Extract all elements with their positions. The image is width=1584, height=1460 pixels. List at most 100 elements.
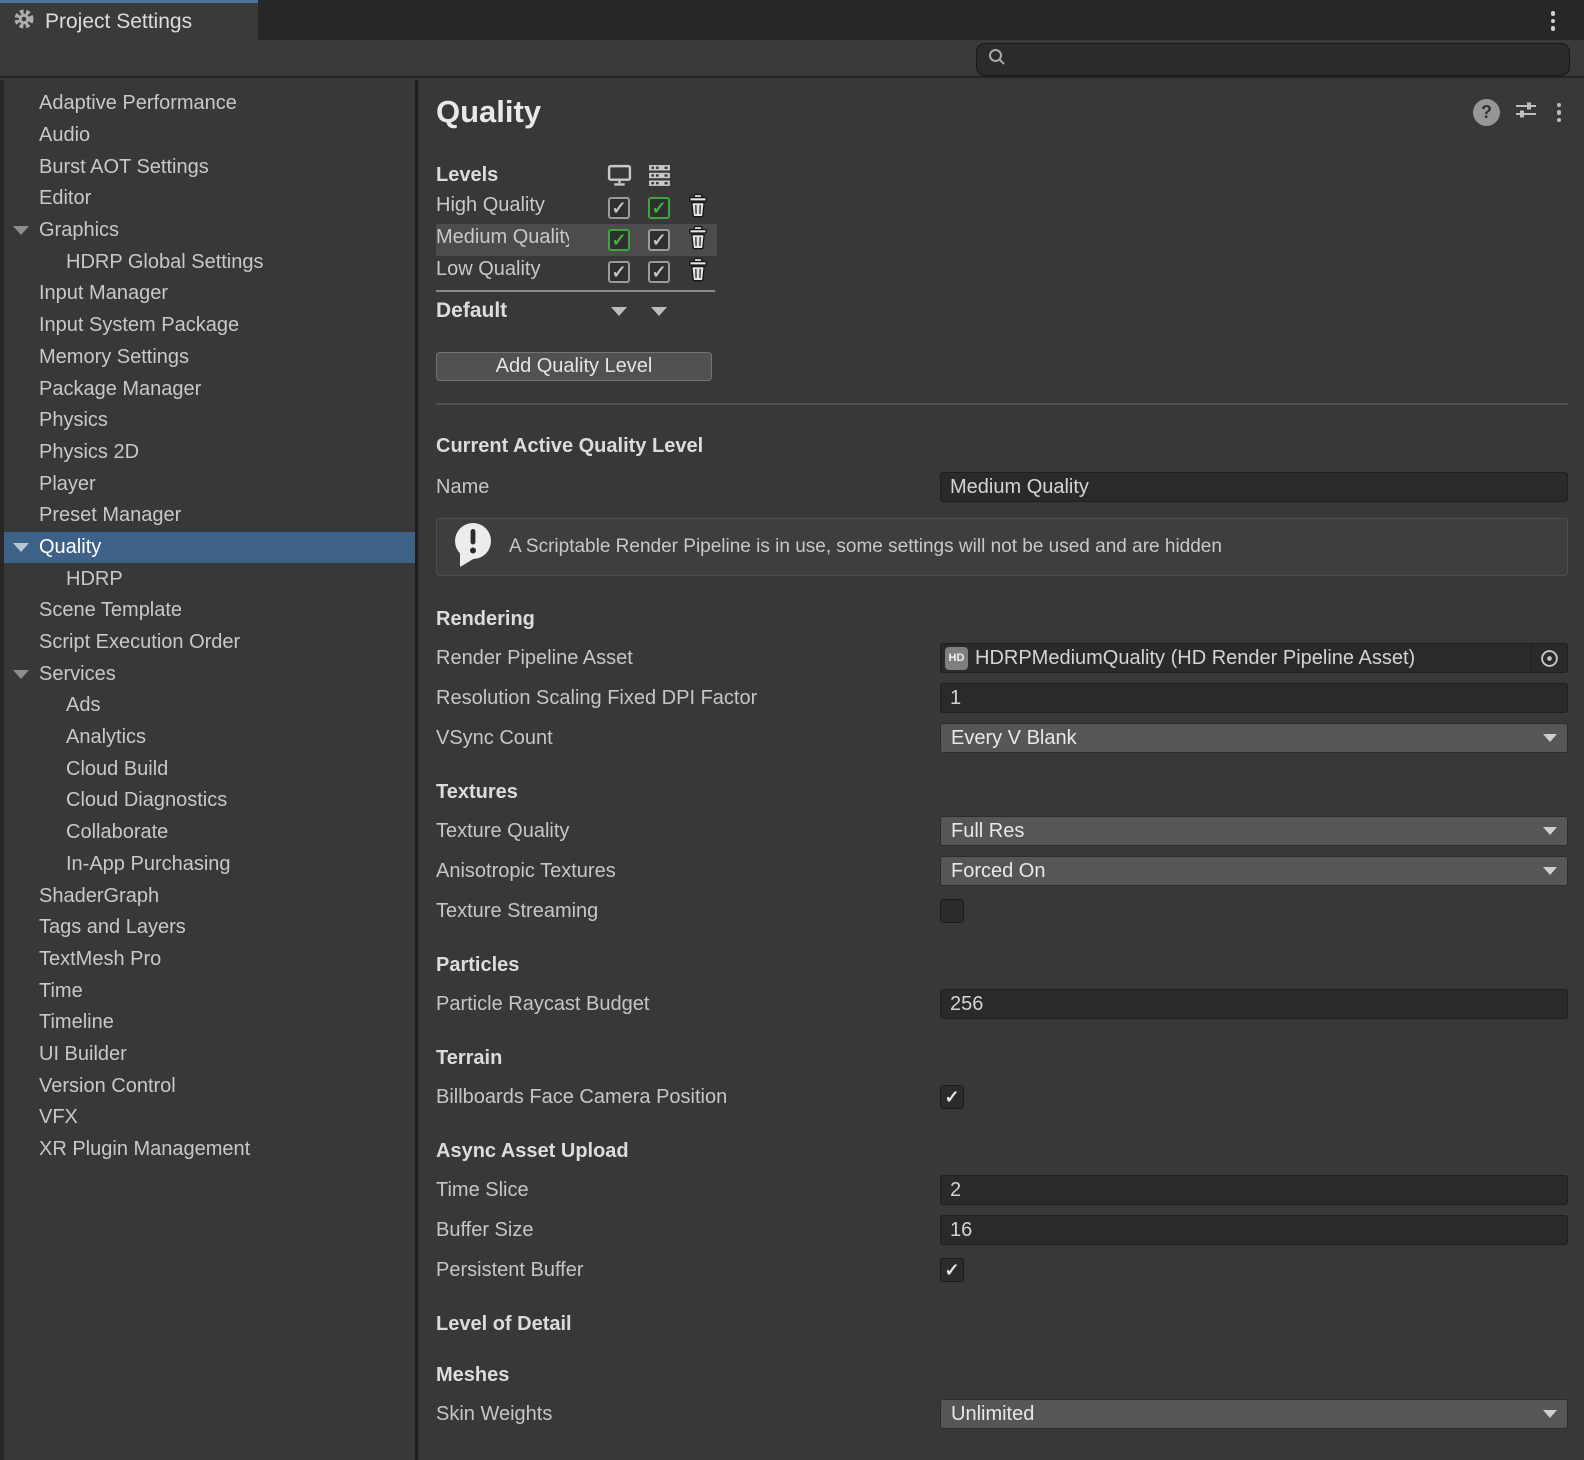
particle-raycast-budget-input[interactable] — [940, 989, 1568, 1019]
level-checkbox-server[interactable]: ✓ — [648, 197, 670, 219]
level-checkbox-server[interactable]: ✓ — [648, 261, 670, 283]
expand-arrow-icon — [13, 163, 39, 172]
render-pipeline-asset-object-field[interactable]: HD HDRPMediumQuality (HD Render Pipeline… — [940, 643, 1568, 673]
sidebar-item-time[interactable]: Time — [4, 975, 415, 1007]
expand-arrow-icon — [13, 289, 39, 298]
level-checkbox-server[interactable]: ✓ — [648, 229, 670, 251]
texture-streaming-checkbox[interactable] — [940, 899, 964, 923]
sidebar-item-scene-template[interactable]: Scene Template — [4, 595, 415, 627]
sidebar-item-memory-settings[interactable]: Memory Settings — [4, 342, 415, 374]
trash-icon[interactable] — [687, 257, 709, 287]
time-slice-input[interactable] — [940, 1175, 1568, 1205]
chevron-down-icon — [1543, 1410, 1557, 1418]
sidebar-item-shadergraph[interactable]: ShaderGraph — [4, 880, 415, 912]
sidebar-item-package-manager[interactable]: Package Manager — [4, 373, 415, 405]
sidebar-item-ads[interactable]: Ads — [4, 690, 415, 722]
expand-arrow-icon — [13, 226, 39, 235]
level-checkbox-desktop[interactable]: ✓ — [608, 261, 630, 283]
expand-arrow-icon — [40, 796, 66, 805]
expand-arrow-icon — [13, 638, 39, 647]
add-quality-level-button[interactable]: Add Quality Level — [436, 352, 712, 381]
sidebar-item-audio[interactable]: Audio — [4, 120, 415, 152]
level-checkbox-desktop[interactable]: ✓ — [608, 197, 630, 219]
sidebar-item-input-manager[interactable]: Input Manager — [4, 278, 415, 310]
sidebar-item-vfx[interactable]: VFX — [4, 1102, 415, 1134]
level-row-high-quality[interactable]: High Quality ✓ ✓ — [436, 192, 717, 224]
default-desktop-dropdown[interactable] — [611, 307, 627, 316]
sidebar-item-in-app-purchasing[interactable]: In-App Purchasing — [4, 849, 415, 881]
project-settings-tab[interactable]: Project Settings — [0, 0, 258, 40]
panel-menu-icon[interactable] — [1552, 99, 1566, 127]
skin-weights-dropdown[interactable]: Unlimited — [940, 1399, 1568, 1429]
sidebar-item-adaptive-performance[interactable]: Adaptive Performance — [4, 88, 415, 120]
sidebar-item-cloud-diagnostics[interactable]: Cloud Diagnostics — [4, 785, 415, 817]
settings-sidebar: Adaptive Performance Audio Burst AOT Set… — [0, 80, 415, 1460]
section-level-of-detail: Level of Detail — [436, 1313, 1568, 1336]
object-picker-icon[interactable] — [1531, 644, 1567, 672]
resolution-scaling-fixed-dpi-factor-input[interactable] — [940, 683, 1568, 713]
quality-panel: Quality ? Le — [418, 80, 1584, 1460]
sidebar-item-ui-builder[interactable]: UI Builder — [4, 1039, 415, 1071]
buffer-size-input[interactable] — [940, 1215, 1568, 1245]
level-row-medium-quality[interactable]: Medium Quality ✓ ✓ — [436, 224, 717, 256]
sidebar-item-analytics[interactable]: Analytics — [4, 722, 415, 754]
search-input[interactable] — [1013, 44, 1569, 75]
sidebar-item-physics-2d[interactable]: Physics 2D — [4, 437, 415, 469]
sidebar-item-preset-manager[interactable]: Preset Manager — [4, 500, 415, 532]
quality-name-input[interactable] — [940, 472, 1568, 502]
vsync-count-dropdown[interactable]: Every V Blank — [940, 723, 1568, 753]
window-menu-button[interactable] — [1544, 7, 1562, 35]
expand-arrow-icon — [40, 258, 66, 267]
section-textures: Textures Texture Quality Full Res Anisot… — [436, 781, 1568, 926]
sidebar-item-timeline[interactable]: Timeline — [4, 1007, 415, 1039]
sidebar-item-player[interactable]: Player — [4, 468, 415, 500]
section-heading-level-of-detail: Level of Detail — [436, 1313, 1568, 1336]
sidebar-item-cloud-build[interactable]: Cloud Build — [4, 753, 415, 785]
section-heading-particles: Particles — [436, 954, 1568, 977]
sidebar-item-tags-and-layers[interactable]: Tags and Layers — [4, 912, 415, 944]
sidebar-item-graphics[interactable]: Graphics — [4, 215, 415, 247]
texture-quality-dropdown[interactable]: Full Res — [940, 816, 1568, 846]
expand-arrow-icon — [40, 828, 66, 837]
trash-icon[interactable] — [687, 193, 709, 223]
desktop-platform-icon — [599, 164, 639, 187]
sidebar-item-hdrp[interactable]: HDRP — [4, 563, 415, 595]
chevron-down-icon — [1543, 867, 1557, 875]
sidebar-item-collaborate[interactable]: Collaborate — [4, 817, 415, 849]
sidebar-item-quality[interactable]: Quality — [4, 532, 415, 564]
expand-arrow-icon — [13, 194, 39, 203]
sidebar-item-input-system-package[interactable]: Input System Package — [4, 310, 415, 342]
help-icon[interactable]: ? — [1473, 99, 1500, 126]
sidebar-item-textmesh-pro[interactable]: TextMesh Pro — [4, 944, 415, 976]
sidebar-item-physics[interactable]: Physics — [4, 405, 415, 437]
billboards-face-camera-position-checkbox[interactable]: ✓ — [940, 1085, 964, 1109]
sidebar-item-script-execution-order[interactable]: Script Execution Order — [4, 627, 415, 659]
srp-notice: A Scriptable Render Pipeline is in use, … — [436, 518, 1568, 576]
field-row-texture-quality: Texture Quality Full Res — [436, 816, 1568, 846]
section-meshes: Meshes Skin Weights Unlimited — [436, 1364, 1568, 1429]
sidebar-item-hdrp-global-settings[interactable]: HDRP Global Settings — [4, 246, 415, 278]
default-server-dropdown[interactable] — [651, 307, 667, 316]
section-heading-async-asset-upload: Async Asset Upload — [436, 1140, 1568, 1163]
field-row-skin-weights: Skin Weights Unlimited — [436, 1399, 1568, 1429]
anisotropic-textures-dropdown[interactable]: Forced On — [940, 856, 1568, 886]
persistent-buffer-checkbox[interactable]: ✓ — [940, 1258, 964, 1282]
section-divider — [436, 403, 1568, 405]
level-row-low-quality[interactable]: Low Quality ✓ ✓ — [436, 256, 717, 288]
expand-arrow-icon — [13, 1050, 39, 1059]
expand-arrow-icon — [13, 321, 39, 330]
section-terrain: Terrain Billboards Face Camera Position … — [436, 1047, 1568, 1112]
presets-icon[interactable] — [1514, 98, 1538, 127]
sidebar-item-version-control[interactable]: Version Control — [4, 1070, 415, 1102]
sidebar-item-xr-plugin-management[interactable]: XR Plugin Management — [4, 1134, 415, 1166]
sidebar-item-services[interactable]: Services — [4, 658, 415, 690]
field-row-persistent-buffer: Persistent Buffer ✓ — [436, 1255, 1568, 1285]
chevron-down-icon — [1543, 827, 1557, 835]
sidebar-item-editor[interactable]: Editor — [4, 183, 415, 215]
trash-icon[interactable] — [687, 225, 709, 255]
server-platform-icon — [639, 164, 679, 187]
section-particles: Particles Particle Raycast Budget — [436, 954, 1568, 1019]
sidebar-item-burst-aot-settings[interactable]: Burst AOT Settings — [4, 151, 415, 183]
search-box[interactable] — [976, 43, 1570, 76]
level-checkbox-desktop[interactable]: ✓ — [608, 229, 630, 251]
